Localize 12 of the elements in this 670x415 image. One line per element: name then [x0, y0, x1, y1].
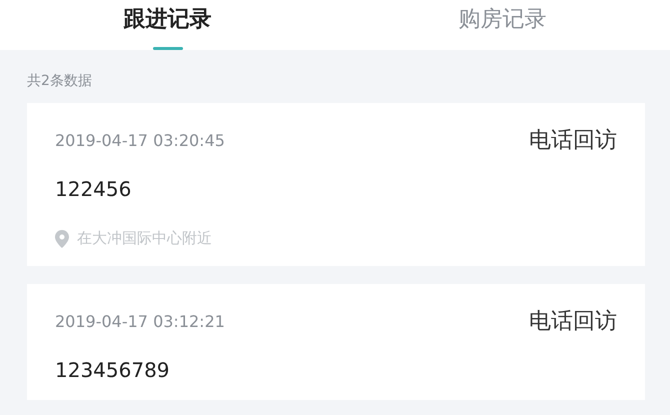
record-type: 电话回访	[529, 127, 617, 155]
record-content: 122456	[55, 177, 132, 201]
record-card[interactable]: 2019-04-17 03:12:21 电话回访 123456789	[27, 284, 645, 400]
location-text: 在大冲国际中心附近	[77, 229, 212, 248]
location-pin-icon	[55, 230, 69, 248]
tab[interactable]: 跟进记录	[0, 0, 335, 50]
record-type: 电话回访	[529, 308, 617, 336]
record-time: 2019-04-17 03:20:45	[55, 130, 225, 150]
record-time: 2019-04-17 03:12:21	[55, 312, 225, 330]
record-card[interactable]: 2019-04-17 03:20:45 电话回访 122456 在大冲国际中心附近	[27, 103, 645, 266]
record-count: 共2条数据	[27, 72, 93, 91]
record-content: 123456789	[55, 358, 171, 382]
